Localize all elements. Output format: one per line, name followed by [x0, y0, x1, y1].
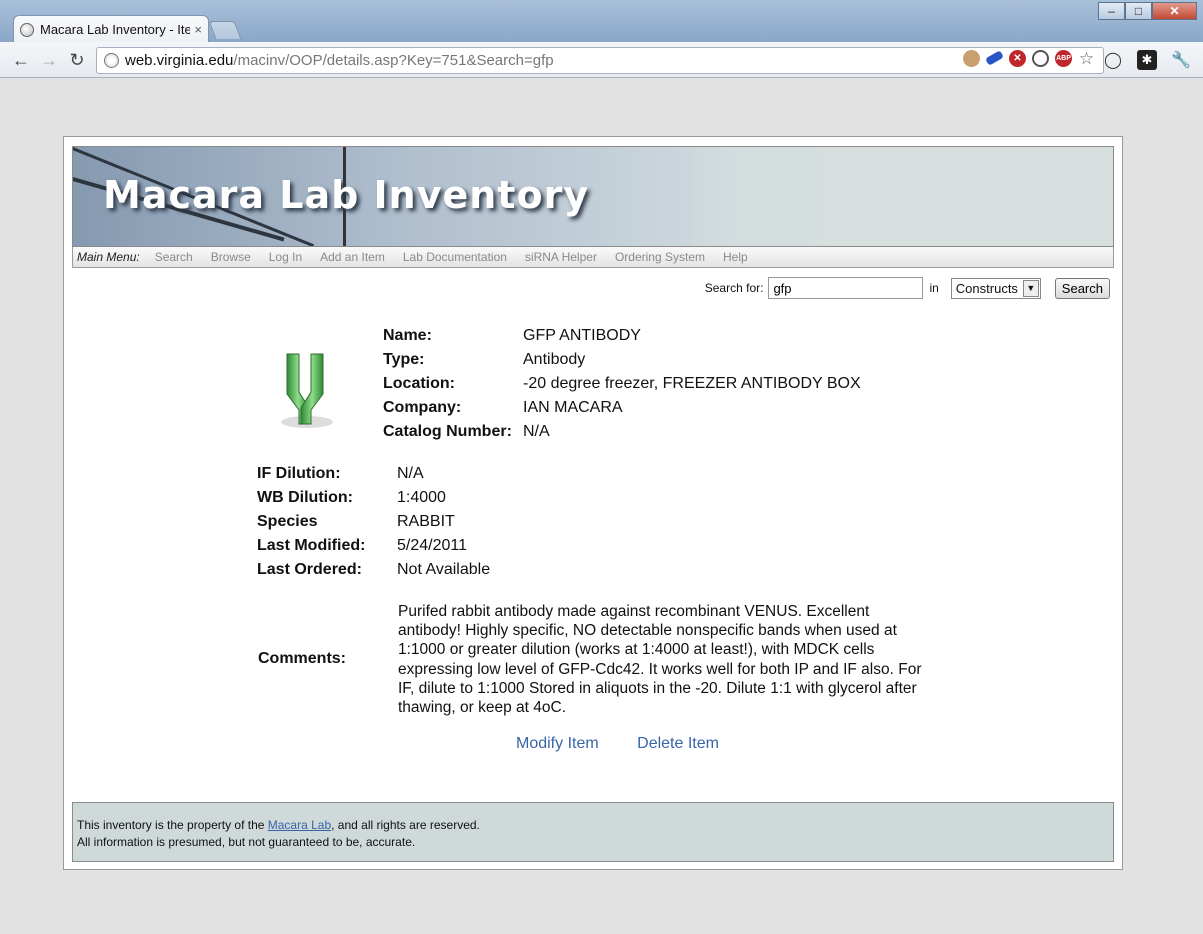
- chevron-down-icon: ▼: [1022, 279, 1039, 297]
- page-container: Macara Lab Inventory Main Menu: Search B…: [63, 136, 1123, 870]
- item-actions: Modify Item Delete Item: [516, 735, 753, 753]
- menu-item-sirna-helper[interactable]: siRNA Helper: [525, 250, 597, 264]
- tab-title: Macara Lab Inventory - Iten: [40, 22, 191, 37]
- minimize-button[interactable]: –: [1098, 2, 1125, 20]
- stop-icon[interactable]: ✕: [1009, 50, 1026, 67]
- footer-line-1: This inventory is the property of the Ma…: [77, 817, 1113, 834]
- menu-item-search[interactable]: Search: [155, 250, 193, 264]
- extension-icons: ✕ ABP ☆: [963, 49, 1095, 68]
- species-label: Species: [257, 513, 318, 530]
- address-bar[interactable]: web.virginia.edu/macinv/OOP/details.asp?…: [96, 47, 1104, 74]
- type-label: Type:: [383, 351, 425, 368]
- site-title: Macara Lab Inventory: [103, 173, 590, 217]
- menu-item-add-item[interactable]: Add an Item: [320, 250, 385, 264]
- item-name: GFP ANTIBODY: [523, 327, 641, 344]
- item-company: IAN MACARA: [523, 399, 623, 416]
- maximize-button[interactable]: □: [1125, 2, 1152, 20]
- antibody-icon: [281, 353, 333, 428]
- menu-item-help[interactable]: Help: [723, 250, 748, 264]
- search-in-label: in: [929, 281, 939, 295]
- if-dilution-value: N/A: [397, 465, 424, 482]
- forward-arrow-icon[interactable]: →: [38, 50, 60, 71]
- item-type: Antibody: [523, 351, 586, 368]
- new-tab-button[interactable]: [208, 21, 242, 39]
- browser-toolbar: ← → ↻ web.virginia.edu/macinv/OOP/detail…: [0, 42, 1203, 78]
- browser-window: Macara Lab Inventory - Iten × – □ ✕ ← → …: [0, 0, 1203, 934]
- search-label: Search for:: [704, 281, 764, 295]
- species-value: RABBIT: [397, 513, 455, 530]
- close-window-button[interactable]: ✕: [1152, 2, 1197, 20]
- url-text: web.virginia.edu/macinv/OOP/details.asp?…: [125, 52, 554, 69]
- cookie-icon[interactable]: [963, 50, 980, 67]
- last-modified-value: 5/24/2011: [397, 537, 467, 554]
- name-label: Name:: [383, 327, 432, 344]
- back-arrow-icon[interactable]: ←: [10, 50, 32, 71]
- title-bar: Macara Lab Inventory - Iten × – □ ✕: [0, 0, 1203, 43]
- page-footer: This inventory is the property of the Ma…: [72, 802, 1114, 862]
- item-catalog: N/A: [523, 423, 550, 440]
- comments-text: Purifed rabbit antibody made against rec…: [398, 603, 922, 717]
- search-button[interactable]: Search: [1054, 277, 1110, 299]
- comments-label: Comments:: [258, 650, 347, 667]
- globe-icon: [20, 22, 34, 37]
- footer-line-2: All information is presumed, but not gua…: [77, 835, 416, 849]
- toolbar-right: ◯ ✱ 🔧: [1103, 50, 1191, 70]
- footer-text: , and all rights are reserved.: [331, 818, 480, 832]
- site-banner: Macara Lab Inventory: [72, 146, 1114, 247]
- extension-puzzle-icon[interactable]: ✱: [1137, 50, 1157, 70]
- category-select-value: Constructs: [955, 280, 1018, 296]
- banner-decoration: [693, 147, 1113, 246]
- footer-text: This inventory is the property of the: [77, 818, 268, 832]
- disable-icon[interactable]: [1032, 50, 1049, 67]
- if-dilution-label: IF Dilution:: [257, 465, 341, 482]
- macara-lab-link[interactable]: Macara Lab: [268, 818, 331, 832]
- wb-dilution-label: WB Dilution:: [257, 489, 353, 506]
- reload-icon[interactable]: ↻: [66, 50, 88, 71]
- browser-tab[interactable]: Macara Lab Inventory - Iten ×: [13, 15, 209, 43]
- usb-icon[interactable]: [985, 50, 1004, 66]
- wb-dilution-value: 1:4000: [397, 489, 446, 506]
- menu-item-ordering-system[interactable]: Ordering System: [615, 250, 705, 264]
- search-form: Search for: in Constructs ▼ Search: [705, 277, 1110, 299]
- url-host: web.virginia.edu: [125, 52, 234, 69]
- item-location: -20 degree freezer, FREEZER ANTIBODY BOX: [523, 375, 861, 392]
- page-info-icon[interactable]: [104, 53, 119, 68]
- wrench-icon[interactable]: 🔧: [1171, 50, 1191, 70]
- star-icon[interactable]: ☆: [1078, 49, 1095, 68]
- window-controls: – □ ✕: [1098, 2, 1197, 20]
- menu-item-browse[interactable]: Browse: [211, 250, 251, 264]
- url-path: /macinv/OOP/details.asp?Key=751&Search=g…: [233, 52, 554, 69]
- search-input[interactable]: [768, 277, 924, 299]
- modify-item-link[interactable]: Modify Item: [516, 735, 599, 752]
- delete-item-link[interactable]: Delete Item: [637, 735, 719, 752]
- catalog-label: Catalog Number:: [383, 423, 512, 440]
- last-modified-label: Last Modified:: [257, 537, 366, 554]
- abp-icon[interactable]: ABP: [1055, 50, 1072, 67]
- tab-close-icon[interactable]: ×: [194, 22, 202, 37]
- category-select[interactable]: Constructs ▼: [950, 277, 1041, 299]
- translate-icon[interactable]: ◯: [1103, 50, 1123, 70]
- menu-item-lab-documentation[interactable]: Lab Documentation: [403, 250, 507, 264]
- main-menu-label: Main Menu:: [77, 250, 140, 264]
- location-label: Location:: [383, 375, 455, 392]
- last-ordered-value: Not Available: [397, 561, 491, 578]
- last-ordered-label: Last Ordered:: [257, 561, 362, 578]
- main-menu: Main Menu: Search Browse Log In Add an I…: [72, 247, 1114, 268]
- company-label: Company:: [383, 399, 462, 416]
- menu-item-log-in[interactable]: Log In: [269, 250, 302, 264]
